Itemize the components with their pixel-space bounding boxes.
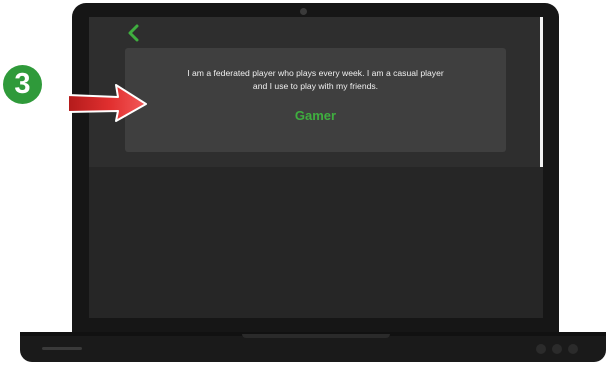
step-number-badge: 3 <box>3 65 42 104</box>
back-button[interactable] <box>123 21 143 45</box>
indicator-dot <box>568 344 578 354</box>
profile-description: I am a federated player who plays every … <box>135 67 496 93</box>
indicator-dot <box>552 344 562 354</box>
webcam-icon <box>300 8 307 15</box>
trackpad-notch <box>242 334 390 338</box>
laptop-base <box>20 332 606 362</box>
app-screen: I am a federated player who plays every … <box>89 17 543 167</box>
tutorial-canvas: { "annotation": { "step_number": "3", "a… <box>0 0 609 367</box>
indicator-dot <box>536 344 546 354</box>
profile-label: Gamer <box>294 108 337 123</box>
profile-description-line-2: and I use to play with my friends. <box>252 81 379 91</box>
profile-description-line-1: I am a federated player who plays every … <box>187 68 444 78</box>
screen-edge <box>540 17 543 167</box>
chevron-left-icon <box>128 24 139 42</box>
profile-option-card[interactable]: I am a federated player who plays every … <box>125 48 506 152</box>
laptop-lid: I am a federated player who plays every … <box>72 3 559 333</box>
arrow-right-icon <box>67 84 147 122</box>
laptop-screen: I am a federated player who plays every … <box>89 17 543 318</box>
left-vent <box>42 347 82 350</box>
